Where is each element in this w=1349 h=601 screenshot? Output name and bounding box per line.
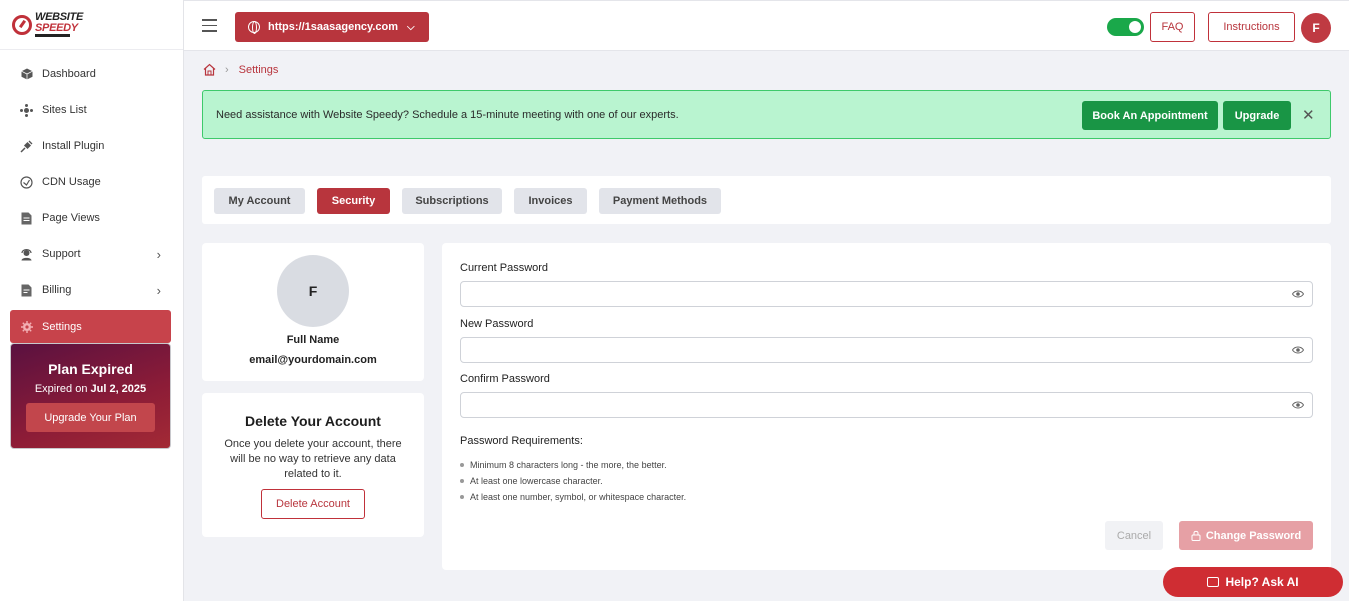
plan-expiry: Expired on Jul 2, 2025 — [34, 383, 147, 395]
book-appointment-button[interactable]: Book An Appointment — [1082, 101, 1218, 130]
lock-icon — [1191, 530, 1201, 541]
home-icon[interactable] — [203, 63, 216, 76]
ask-ai-label: Help? Ask AI — [1225, 575, 1299, 589]
change-password-card: Current Password New Password Confirm Pa… — [442, 243, 1331, 570]
list-item: At least one number, symbol, or whitespa… — [460, 489, 686, 505]
cube-icon — [20, 68, 33, 81]
upgrade-button[interactable]: Upgrade — [1223, 101, 1291, 130]
tab-invoices[interactable]: Invoices — [514, 188, 587, 214]
sidebar-item-label: Dashboard — [42, 68, 96, 80]
chevron-down-icon: ⌵ — [407, 21, 415, 33]
chevron-right-icon: › — [156, 247, 161, 262]
site-url: https://1saasagency.com — [268, 21, 399, 33]
delete-account-card: Delete Your Account Once you delete your… — [202, 393, 424, 537]
sidebar-item-install-plugin[interactable]: Install Plugin — [0, 128, 183, 164]
tab-payment-methods[interactable]: Payment Methods — [599, 188, 721, 214]
password-requirements-list: Minimum 8 characters long - the more, th… — [460, 457, 686, 505]
password-requirements-title: Password Requirements: — [460, 435, 583, 447]
profile-email: email@yourdomain.com — [249, 354, 377, 366]
close-icon[interactable]: ✕ — [1302, 106, 1315, 124]
sidebar-item-billing[interactable]: Billing › — [0, 272, 183, 308]
delete-account-button[interactable]: Delete Account — [261, 489, 365, 519]
profile-name: Full Name — [286, 334, 340, 346]
sidebar-item-label: Install Plugin — [42, 140, 105, 152]
logo[interactable]: WEBSITE SPEEDY — [0, 0, 183, 50]
current-password-label: Current Password — [460, 262, 549, 274]
sidebar-item-cdn-usage[interactable]: CDN Usage — [0, 164, 183, 200]
change-password-label: Change Password — [1205, 529, 1302, 542]
tab-my-account[interactable]: My Account — [214, 188, 305, 214]
sidebar-item-settings[interactable]: Settings — [10, 310, 171, 343]
sidebar-item-label: Billing — [42, 284, 72, 296]
theme-toggle[interactable] — [1107, 18, 1144, 36]
sites-icon — [20, 103, 33, 117]
globe-icon — [248, 21, 260, 34]
eye-icon[interactable] — [1291, 399, 1305, 411]
logo-line-2: SPEEDY — [35, 21, 78, 34]
new-password-field[interactable] — [460, 337, 1313, 363]
sidebar: WEBSITE SPEEDY Dashboard Sites List Inst… — [0, 0, 184, 601]
breadcrumb-current: Settings — [238, 63, 279, 76]
page-icon — [20, 212, 33, 225]
assistance-banner: Need assistance with Website Speedy? Sch… — [202, 90, 1331, 139]
sidebar-item-page-views[interactable]: Page Views — [0, 200, 183, 236]
billing-icon — [20, 284, 33, 297]
breadcrumb: › Settings — [203, 63, 278, 76]
chat-icon — [1207, 577, 1220, 587]
top-bar: https://1saasagency.com ⌵ FAQ Instructio… — [184, 0, 1349, 51]
instructions-button[interactable]: Instructions — [1208, 12, 1295, 42]
plan-title: Plan Expired — [48, 361, 133, 377]
confirm-password-field[interactable] — [460, 392, 1313, 418]
confirm-password-label: Confirm Password — [460, 373, 550, 385]
tab-subscriptions[interactable]: Subscriptions — [402, 188, 502, 214]
banner-text: Need assistance with Website Speedy? Sch… — [216, 108, 679, 121]
profile-avatar: F — [277, 255, 349, 327]
faq-button[interactable]: FAQ — [1150, 12, 1195, 42]
new-password-label: New Password — [460, 318, 534, 330]
gear-icon — [20, 320, 33, 333]
tab-security[interactable]: Security — [317, 188, 390, 214]
plug-icon — [20, 140, 33, 153]
plan-expiry-date: Jul 2, 2025 — [90, 383, 147, 395]
upgrade-plan-button[interactable]: Upgrade Your Plan — [26, 403, 155, 432]
avatar[interactable]: F — [1301, 13, 1331, 43]
list-item: Minimum 8 characters long - the more, th… — [460, 457, 686, 473]
change-password-button[interactable]: Change Password — [1179, 521, 1313, 550]
settings-tabs: My Account Security Subscriptions Invoic… — [202, 176, 1331, 224]
sidebar-item-label: Support — [42, 248, 81, 260]
cancel-button[interactable]: Cancel — [1105, 521, 1163, 550]
ask-ai-button[interactable]: Help? Ask AI — [1163, 567, 1343, 597]
list-item: At least one lowercase character. — [460, 473, 686, 489]
support-icon — [20, 248, 33, 261]
sidebar-nav: Dashboard Sites List Install Plugin CDN … — [0, 50, 183, 343]
sidebar-item-support[interactable]: Support › — [0, 236, 183, 272]
menu-icon[interactable] — [202, 19, 217, 32]
sidebar-item-sites-list[interactable]: Sites List — [0, 92, 183, 128]
sidebar-item-label: Page Views — [42, 212, 100, 224]
sidebar-item-label: CDN Usage — [42, 176, 101, 188]
sidebar-item-label: Settings — [42, 320, 82, 333]
eye-icon[interactable] — [1291, 288, 1305, 300]
delete-account-title: Delete Your Account — [245, 413, 381, 429]
cdn-icon — [20, 175, 33, 189]
chevron-right-icon: › — [156, 283, 161, 298]
eye-icon[interactable] — [1291, 344, 1305, 356]
plan-expired-card: Plan Expired Expired on Jul 2, 2025 Upgr… — [10, 343, 171, 449]
profile-card: F Full Name email@yourdomain.com — [202, 243, 424, 381]
breadcrumb-separator: › — [225, 63, 229, 76]
delete-account-description: Once you delete your account, there will… — [224, 438, 402, 480]
logo-line-1: WEBSITE — [35, 11, 84, 24]
site-selector[interactable]: https://1saasagency.com ⌵ — [235, 12, 429, 42]
sidebar-item-label: Sites List — [42, 104, 87, 116]
speedometer-logo-icon — [12, 14, 32, 35]
current-password-field[interactable] — [460, 281, 1313, 307]
sidebar-item-dashboard[interactable]: Dashboard — [0, 56, 183, 92]
